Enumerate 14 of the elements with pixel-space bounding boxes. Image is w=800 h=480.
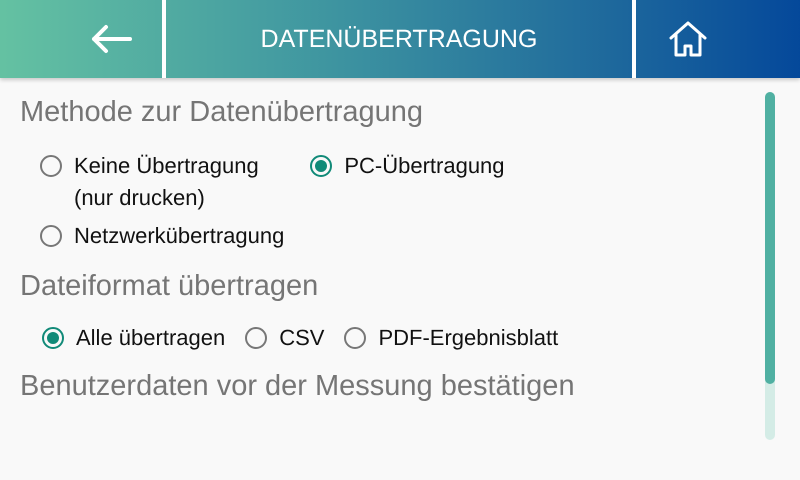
- home-icon: [668, 20, 708, 58]
- radio-option[interactable]: Keine Übertragung (nur drucken): [40, 150, 284, 214]
- section-heading: Dateiformat übertragen: [20, 269, 320, 304]
- radio-option[interactable]: PC-Übertragung: [310, 150, 505, 214]
- radio-option[interactable]: Netzwerkübertragung: [40, 220, 284, 252]
- screen-title: DATENÜBERTRAGUNG: [260, 24, 538, 54]
- scrollbar[interactable]: [765, 92, 775, 440]
- section-heading: Methode zur Datenübertragung: [20, 95, 424, 130]
- radio-option[interactable]: Alle übertragen: [42, 322, 226, 354]
- radio-option[interactable]: PDF-Ergebnisblatt: [344, 322, 558, 354]
- back-arrow-icon: [90, 24, 132, 54]
- radio-option[interactable]: CSV: [245, 322, 324, 354]
- section-heading: Benutzerdaten vor der Messung bestätigen: [20, 369, 576, 404]
- scrollbar-thumb[interactable]: [765, 92, 775, 384]
